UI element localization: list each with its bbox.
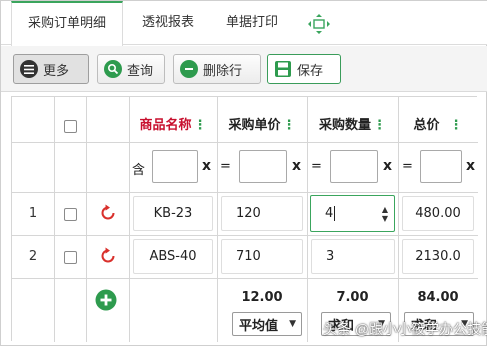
data-grid: 商品名称 ⋮ 采购单价 ⋮ 采购数量 ⋮ 总价 ⋮ 含 x = x = x = x 1 … [11,96,478,342]
column-header-unit-price[interactable]: 采购单价 ⋮ [217,114,307,133]
row-number: 1 [28,206,38,221]
tab-purchase-order-detail[interactable]: 采购订单明细 [11,1,123,46]
summary-unit-price-select[interactable]: 平均值 ▼ [232,312,302,336]
cell-unit-price[interactable]: 710 [221,239,303,274]
column-header-quantity[interactable]: 采购数量 ⋮ [307,114,398,133]
row-checkbox[interactable] [64,208,77,221]
cell-total: 480.00 [402,196,474,231]
save-label: 保存 [297,63,324,79]
refresh-icon[interactable] [98,246,118,270]
minus-icon [180,60,198,78]
toolbar: 更多 查询 删除行 保存 [1,46,487,92]
tab-bar: 采购订单明细 透视报表 单据打印 [1,1,487,46]
filter-total-input[interactable] [420,150,462,183]
search-icon [104,60,122,78]
menu-icon [20,60,38,78]
quantity-stepper[interactable]: 4 ▲ ▼ [310,195,395,232]
select-all-checkbox[interactable] [64,120,77,133]
move-icon[interactable] [307,13,331,35]
query-label: 查询 [127,63,154,79]
app-window: 采购订单明细 透视报表 单据打印 更多 查询 删除行 保存 商品名称 ⋮ 采购单… [0,0,487,346]
filter-clear-product-name[interactable]: x [202,158,211,174]
filter-unit-price-input[interactable] [239,150,287,183]
refresh-icon[interactable] [98,203,118,227]
tab-document-print[interactable]: 单据打印 [213,1,291,45]
column-header-product-name[interactable]: 商品名称 ⋮ [129,114,217,133]
filter-operator-equals: = [402,159,413,174]
summary-quantity-value: 7.00 [336,290,369,305]
add-row-icon[interactable] [95,289,117,315]
filter-quantity-input[interactable] [330,150,378,183]
filter-operator-equals: = [220,159,231,174]
cell-total: 2130.0 [402,239,474,274]
tab-pivot-report[interactable]: 透视报表 [125,1,211,45]
row-number: 2 [28,249,38,264]
cell-product-name[interactable]: ABS-40 [133,239,213,274]
query-button[interactable]: 查询 [97,54,165,84]
delete-row-button[interactable]: 删除行 [173,54,261,84]
cell-product-name[interactable]: KB-23 [133,196,213,231]
save-icon [274,60,292,78]
filter-operator-contains: 含 [132,163,146,178]
filter-product-name-input[interactable] [152,150,198,183]
more-button[interactable]: 更多 [13,54,89,84]
save-button[interactable]: 保存 [267,54,341,84]
filter-clear-unit-price[interactable]: x [292,158,301,174]
delete-row-label: 删除行 [203,63,243,79]
summary-total-value: 84.00 [417,290,459,305]
watermark: 头条 @跟小小筱学办公技能 [323,321,487,337]
summary-unit-price-value: 12.00 [241,290,283,305]
stepper-arrows-icon[interactable]: ▲ ▼ [382,205,388,223]
filter-clear-total[interactable]: x [466,158,475,174]
quantity-value: 4 [325,206,334,221]
more-label: 更多 [43,63,70,79]
dropdown-arrow-icon: ▼ [289,319,296,329]
filter-operator-equals: = [311,159,322,174]
cell-quantity[interactable]: 3 [311,239,395,274]
column-header-total[interactable]: 总价 ⋮ [398,114,478,133]
filter-clear-quantity[interactable]: x [383,158,392,174]
row-checkbox[interactable] [64,251,77,264]
cell-unit-price[interactable]: 120 [221,196,303,231]
